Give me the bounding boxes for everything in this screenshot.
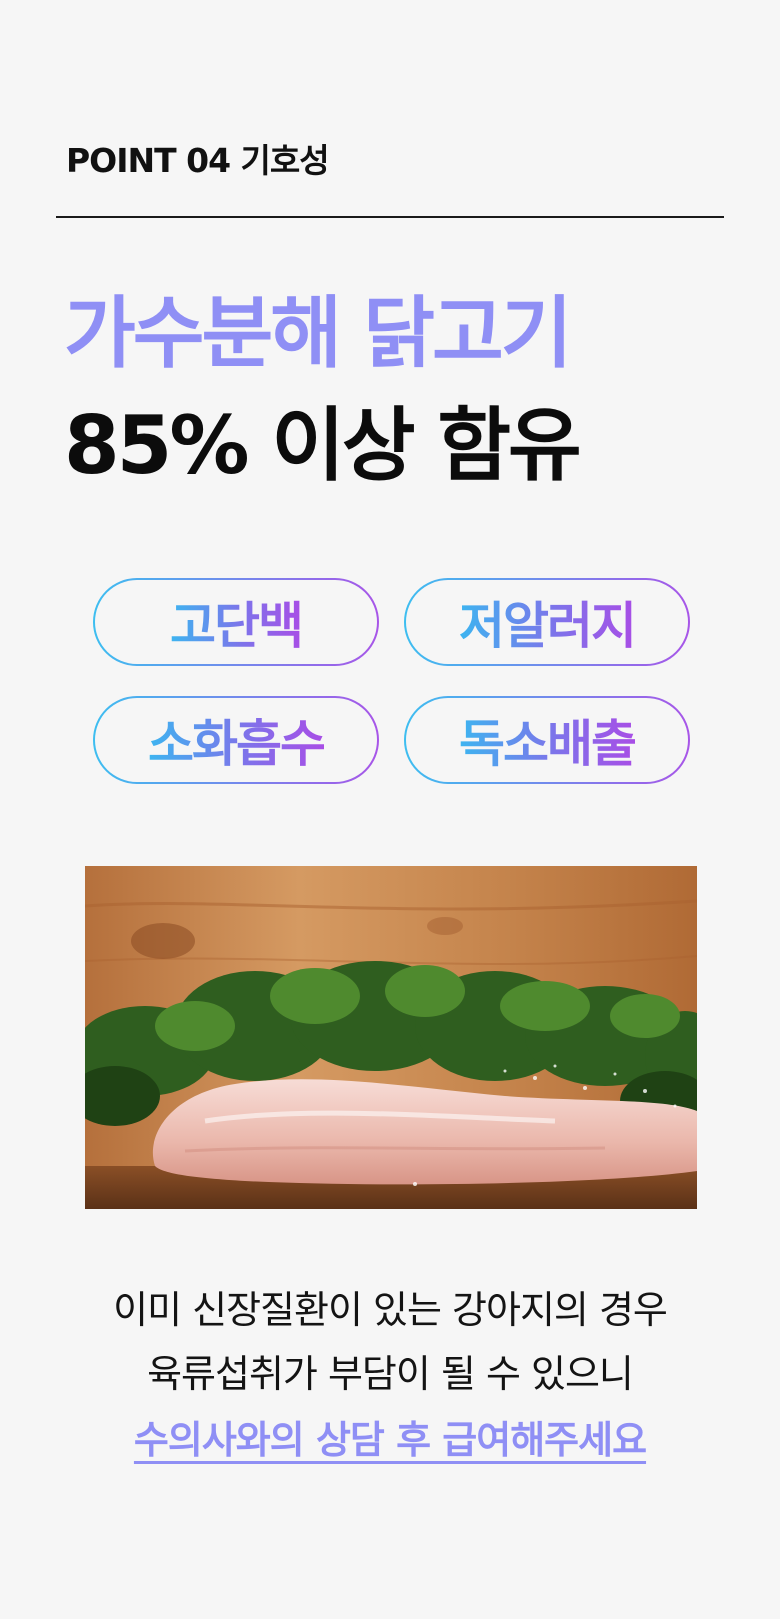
tag-label: 소화흡수 [148, 704, 326, 776]
section-divider [56, 216, 724, 218]
tag-digestion: 소화흡수 [93, 696, 379, 784]
tag-high-protein: 고단백 [93, 578, 379, 666]
headline-primary: 가수분해 닭고기 [64, 289, 572, 379]
tag-label: 고단백 [170, 586, 304, 658]
notice-text: 이미 신장질환이 있는 강아지의 경우 육류섭취가 부담이 될 수 있으니 수의… [0, 1278, 780, 1472]
chicken-breast-image [85, 866, 697, 1209]
tag-low-allergy: 저알러지 [404, 578, 690, 666]
headline: 가수분해 닭고기 85% 이상 함유 [64, 278, 582, 502]
notice-line-2: 육류섭취가 부담이 될 수 있으니 [147, 1352, 634, 1396]
tag-detox: 독소배출 [404, 696, 690, 784]
headline-secondary: 85% 이상 함유 [64, 399, 582, 492]
notice-line-1: 이미 신장질환이 있는 강아지의 경우 [113, 1288, 668, 1332]
vet-consult-link[interactable]: 수의사와의 상담 후 급여해주세요 [134, 1408, 647, 1472]
feature-tags: 고단백 저알러지 소화흡수 독소배출 [93, 578, 690, 784]
tag-label: 저알러지 [459, 586, 637, 658]
section-label: POINT 04 기호성 [66, 141, 330, 180]
tag-label: 독소배출 [459, 704, 637, 776]
